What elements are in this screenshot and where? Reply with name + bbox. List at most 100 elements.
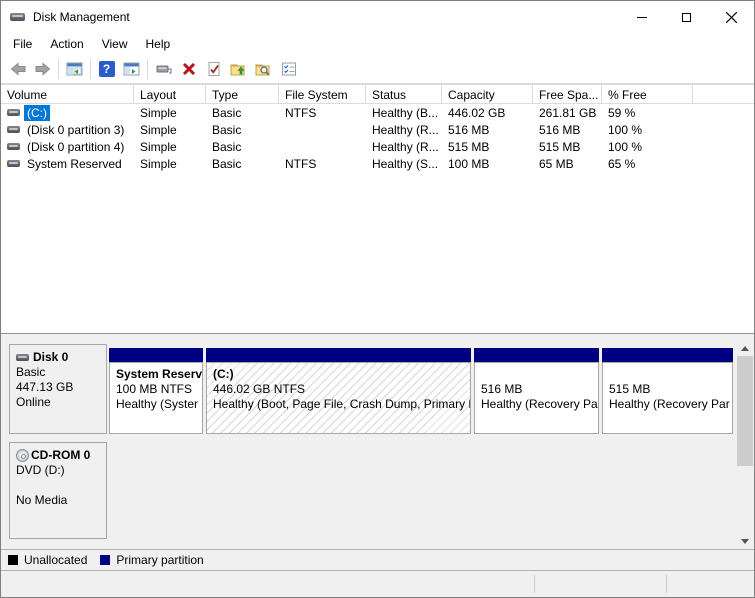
disk0-name: Disk 0 (33, 350, 68, 364)
volume-name: (Disk 0 partition 3) (24, 122, 127, 138)
menu-view[interactable]: View (93, 34, 137, 54)
col-layout[interactable]: Layout (134, 84, 206, 104)
close-button[interactable] (709, 1, 754, 33)
cell-pct-free: 100 % (602, 138, 693, 155)
window-title: Disk Management (33, 10, 130, 24)
minimize-button[interactable] (619, 1, 664, 33)
properties-icon[interactable] (276, 57, 301, 81)
mark-partition-active-icon[interactable] (201, 57, 226, 81)
help-icon[interactable]: ? (94, 57, 119, 81)
maximize-button[interactable] (664, 1, 709, 33)
menu-file[interactable]: File (4, 34, 41, 54)
cell-status: Healthy (R... (366, 138, 442, 155)
partition-recovery-1[interactable]: 516 MB Healthy (Recovery Pa (474, 348, 599, 434)
cd-rom-icon (16, 449, 29, 462)
col-type[interactable]: Type (206, 84, 279, 104)
scroll-up-button[interactable] (737, 341, 753, 356)
volume-icon (7, 143, 20, 150)
cell-file-system: NTFS (279, 155, 366, 172)
partition-title: (C:) (213, 367, 470, 382)
cell-file-system (279, 121, 366, 138)
scroll-up-icon (741, 346, 749, 351)
partition-color-band (474, 348, 599, 362)
scrollbar-thumb[interactable] (737, 356, 753, 466)
show-console-tree-icon[interactable] (62, 57, 87, 81)
volume-list-pane: Volume Layout Type File System Status Ca… (1, 84, 754, 333)
partition-color-band (206, 348, 471, 362)
cell-status: Healthy (S... (366, 155, 442, 172)
col-file-system[interactable]: File System (279, 84, 366, 104)
volume-icon (7, 126, 20, 133)
partition-size: 515 MB (609, 382, 732, 397)
cell-layout: Simple (134, 104, 206, 121)
cell-layout: Simple (134, 155, 206, 172)
delete-volume-icon[interactable] (176, 57, 201, 81)
graphical-view-pane: Disk 0 Basic 447.13 GB Online System Res… (1, 341, 754, 549)
cell-capacity: 515 MB (442, 138, 533, 155)
table-row[interactable]: (Disk 0 partition 4) Simple Basic Health… (1, 138, 754, 155)
cell-layout: Simple (134, 121, 206, 138)
open-icon[interactable] (226, 57, 251, 81)
scroll-down-icon (741, 539, 749, 544)
vertical-scrollbar[interactable] (737, 341, 753, 549)
cell-pct-free: 65 % (602, 155, 693, 172)
legend-primary-partition: Primary partition (100, 553, 203, 567)
col-free-space[interactable]: Free Spa... (533, 84, 602, 104)
toolbar-separator (147, 59, 148, 79)
unallocated-swatch (8, 555, 18, 565)
cell-free-space: 261.81 GB (533, 104, 602, 121)
table-row[interactable]: System Reserved Simple Basic NTFS Health… (1, 155, 754, 172)
disk0-partitions: System Reserv 100 MB NTFS Healthy (Syste… (109, 348, 733, 434)
show-action-pane-icon[interactable] (119, 57, 144, 81)
cell-status: Healthy (B... (366, 104, 442, 121)
volume-name: System Reserved (24, 156, 125, 172)
menu-help[interactable]: Help (137, 34, 180, 54)
col-pct-free[interactable]: % Free (602, 84, 693, 104)
col-volume[interactable]: Volume (1, 84, 134, 104)
status-divider (666, 575, 667, 593)
app-disk-icon (10, 13, 25, 21)
disk0-label-panel[interactable]: Disk 0 Basic 447.13 GB Online (9, 344, 107, 434)
table-row[interactable]: (C:) Simple Basic NTFS Healthy (B... 446… (1, 104, 754, 121)
pane-splitter[interactable] (1, 333, 754, 341)
partition-size: 516 MB (481, 382, 598, 397)
cell-layout: Simple (134, 138, 206, 155)
disk-icon (16, 354, 29, 361)
menu-bar: File Action View Help (1, 33, 754, 55)
scroll-down-button[interactable] (737, 534, 753, 549)
forward-icon[interactable] (30, 57, 55, 81)
volume-icon (7, 160, 20, 167)
status-divider (534, 575, 535, 593)
volume-name: (C:) (24, 105, 50, 121)
toolbar-separator (90, 59, 91, 79)
cdrom-label-panel[interactable]: CD-ROM 0 DVD (D:) No Media (9, 442, 107, 539)
partition-system-reserved[interactable]: System Reserv 100 MB NTFS Healthy (Syste… (109, 348, 203, 434)
partition-title: System Reserv (116, 367, 202, 382)
cell-capacity: 446.02 GB (442, 104, 533, 121)
cell-type: Basic (206, 104, 279, 121)
partition-recovery-2[interactable]: 515 MB Healthy (Recovery Par (602, 348, 733, 434)
primary-partition-swatch (100, 555, 110, 565)
cell-free-space: 515 MB (533, 138, 602, 155)
back-icon[interactable] (5, 57, 30, 81)
partition-c-drive[interactable]: (C:) 446.02 GB NTFS Healthy (Boot, Page … (206, 348, 471, 434)
disk0-kind: Basic (16, 365, 102, 380)
toolbar-separator (58, 59, 59, 79)
minimize-icon (637, 17, 647, 18)
volume-name: (Disk 0 partition 4) (24, 139, 127, 155)
close-icon (726, 12, 737, 23)
partition-color-band (109, 348, 203, 362)
cell-type: Basic (206, 155, 279, 172)
cell-capacity: 516 MB (442, 121, 533, 138)
col-capacity[interactable]: Capacity (442, 84, 533, 104)
table-row[interactable]: (Disk 0 partition 3) Simple Basic Health… (1, 121, 754, 138)
explore-icon[interactable] (251, 57, 276, 81)
menu-action[interactable]: Action (41, 34, 92, 54)
cdrom-drive: DVD (D:) (16, 463, 102, 478)
col-status[interactable]: Status (366, 84, 442, 104)
partition-health: Healthy (Recovery Par (609, 397, 732, 412)
cdrom-media: No Media (16, 493, 102, 508)
cell-free-space: 65 MB (533, 155, 602, 172)
device-icon[interactable] (151, 57, 176, 81)
legend-unallocated: Unallocated (8, 553, 87, 567)
